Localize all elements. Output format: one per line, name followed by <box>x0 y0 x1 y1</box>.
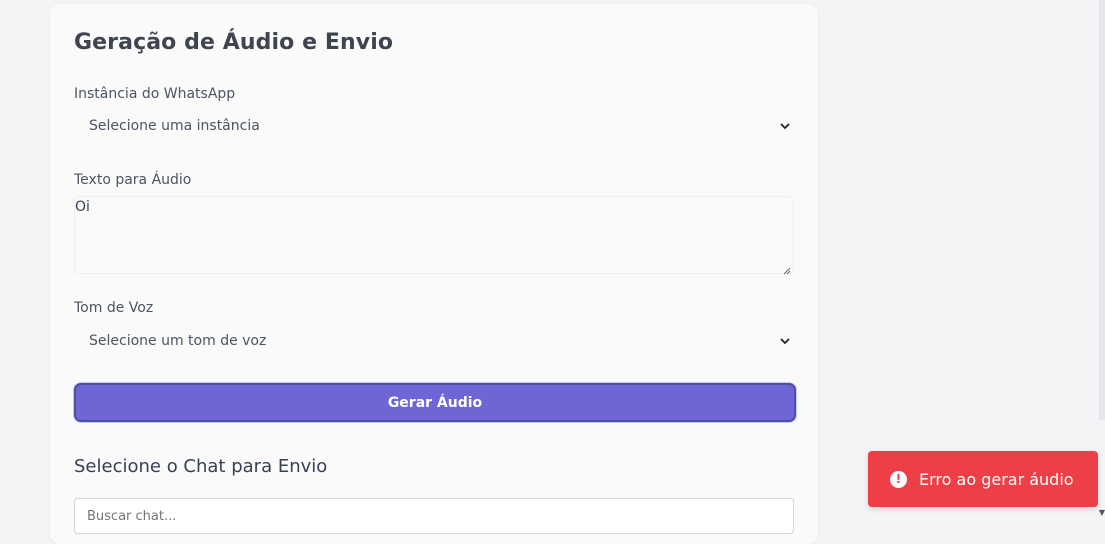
text-label: Texto para Áudio <box>74 172 192 188</box>
page-scrollbar[interactable] <box>1099 0 1105 420</box>
voice-select-value: Selecione um tom de voz <box>89 333 267 349</box>
instance-select[interactable]: Selecione uma instância <box>74 108 794 144</box>
instance-label: Instância do WhatsApp <box>74 86 236 102</box>
card-title: Geração de Áudio e Envio <box>74 30 394 55</box>
generate-audio-button[interactable]: Gerar Áudio <box>74 383 796 422</box>
voice-select[interactable]: Selecione um tom de voz <box>74 323 794 359</box>
chat-section-title: Selecione o Chat para Envio <box>74 456 328 477</box>
voice-label: Tom de Voz <box>74 300 154 316</box>
chevron-down-icon <box>780 336 790 346</box>
error-toast[interactable]: ! Erro ao gerar áudio <box>868 451 1098 507</box>
alert-circle-icon: ! <box>890 470 907 488</box>
text-input[interactable]: Oi <box>74 196 794 275</box>
chevron-down-icon <box>780 121 790 131</box>
audio-generation-card: Geração de Áudio e Envio Instância do Wh… <box>50 4 818 544</box>
resize-handle-icon[interactable] <box>783 263 791 275</box>
toast-message: Erro ao gerar áudio <box>919 469 1074 489</box>
chat-search-input[interactable] <box>74 498 794 534</box>
instance-select-value: Selecione uma instância <box>89 118 260 134</box>
scroll-down-arrow-icon[interactable]: ▼ <box>1099 508 1105 517</box>
text-input-value: Oi <box>75 199 90 215</box>
